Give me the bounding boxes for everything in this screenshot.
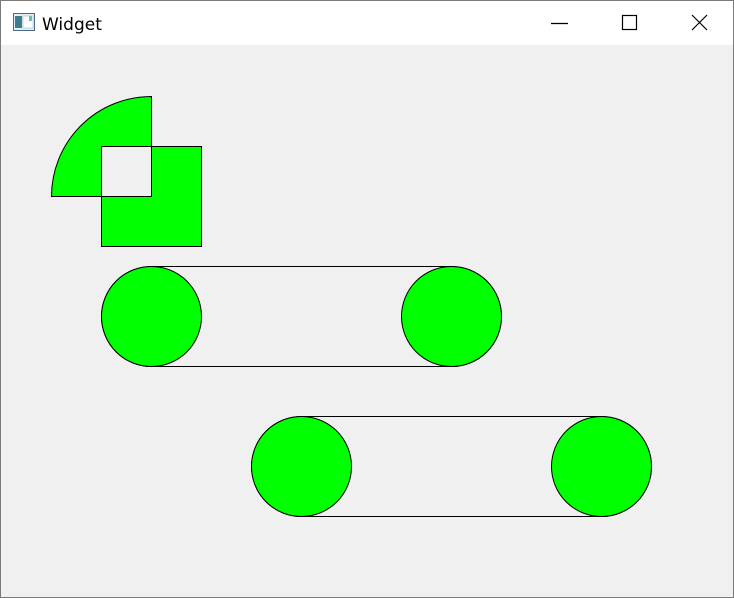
close-icon — [691, 14, 708, 31]
app-window: Widget — [0, 0, 734, 598]
drawing-canvas — [1, 45, 733, 597]
capsule-left-circle — [251, 416, 352, 517]
overlap-region — [101, 146, 152, 197]
capsule-left-circle — [101, 266, 202, 367]
app-window-icon — [13, 13, 35, 31]
minimize-button[interactable] — [537, 1, 583, 45]
minimize-icon — [551, 22, 568, 25]
maximize-button[interactable] — [606, 1, 652, 45]
close-button[interactable] — [677, 1, 723, 45]
capsule-right-circle — [401, 266, 502, 367]
window-title: Widget — [42, 15, 102, 35]
capsule-right-circle — [551, 416, 652, 517]
title-bar[interactable]: Widget — [1, 1, 733, 45]
maximize-icon — [621, 14, 638, 31]
drawing-surface — [50, 95, 652, 517]
